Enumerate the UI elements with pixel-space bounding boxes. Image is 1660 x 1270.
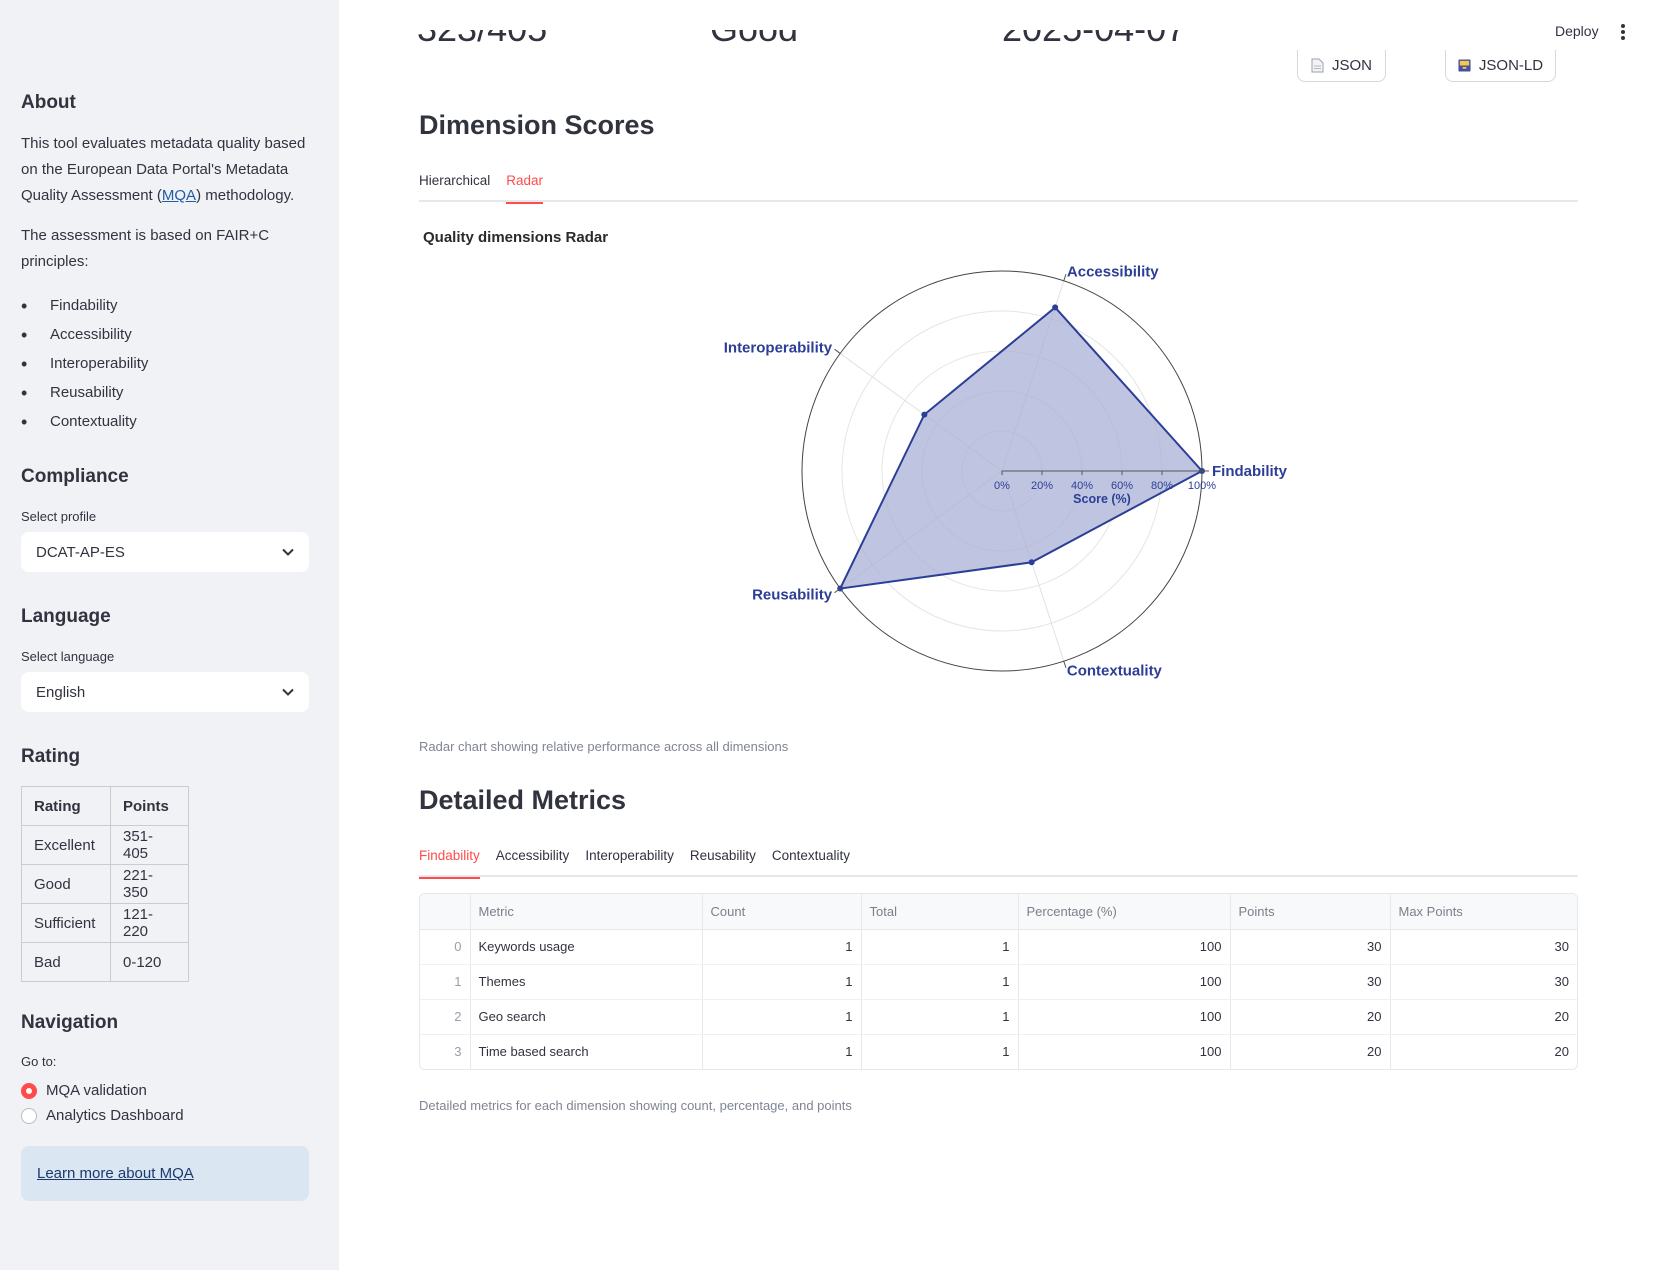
mqa-link[interactable]: MQA (162, 187, 196, 204)
profile-label: Select profile (21, 509, 97, 524)
compliance-heading: Compliance (21, 466, 129, 487)
radial-tick-label: 60% (1111, 480, 1133, 492)
points-col-header[interactable]: Points (1230, 894, 1391, 930)
download-jsonld-button[interactable]: JSON-LD (1445, 50, 1556, 82)
max-points-col-header[interactable]: Max Points (1390, 894, 1577, 930)
radar-caption: Radar chart showing relative performance… (419, 739, 789, 754)
table-row[interactable]: 1 Themes 1 1 100 30 30 (420, 964, 1577, 1000)
language-heading: Language (21, 606, 111, 627)
radial-tick-label: 20% (1031, 480, 1053, 492)
category-tick (1063, 661, 1067, 669)
learn-more-link[interactable]: Learn more about MQA (37, 1165, 194, 1182)
rating-col-header: Rating (21, 786, 111, 826)
nav-option-mqa-validation[interactable]: MQA validation (21, 1082, 147, 1099)
download-json-button[interactable]: JSON (1297, 50, 1386, 82)
profile-select-value: DCAT-AP-ES (36, 543, 125, 561)
points-col-header: Points (110, 786, 189, 826)
table-row: Good 221-350 (21, 864, 189, 904)
profile-select[interactable]: DCAT-AP-ES (21, 532, 309, 572)
total-col-header[interactable]: Total (861, 894, 1019, 930)
metrics-tabs: Findability Accessibility Interoperabili… (419, 843, 1578, 879)
language-select[interactable]: English (21, 672, 309, 712)
rating-table: Rating Points Excellent 351-405 Good 221-3… (21, 786, 189, 982)
tab-hierarchical[interactable]: Hierarchical (419, 168, 490, 202)
navigation-heading: Navigation (21, 1012, 119, 1033)
radial-axis-title: Score (%) (1073, 492, 1131, 506)
tab-reusability[interactable]: Reusability (690, 843, 756, 877)
card-file-box-icon (1458, 59, 1471, 72)
tab-accessibility[interactable]: Accessibility (496, 843, 570, 877)
table-row: Sufficient 121-220 (21, 903, 189, 943)
language-label: Select language (21, 649, 115, 664)
category-tick (1063, 273, 1067, 281)
radial-tick-label: 80% (1151, 480, 1173, 492)
category-label: Contextuality (1067, 663, 1163, 680)
list-item: • Accessibility (21, 324, 132, 345)
table-row[interactable]: 0 Keywords usage 1 1 100 30 30 (420, 929, 1577, 965)
dimension-tabs: Hierarchical Radar (419, 168, 1578, 204)
table-row: Excellent 351-405 (21, 825, 189, 865)
radio-icon[interactable] (21, 1107, 37, 1124)
table-row[interactable]: 2 Geo search 1 1 100 20 20 (420, 999, 1577, 1035)
score-metric: 323/405 (417, 30, 547, 64)
about-heading: About (21, 92, 76, 113)
radio-selected-icon[interactable] (21, 1082, 37, 1099)
category-label: Interoperability (724, 340, 833, 357)
data-point (921, 411, 928, 418)
chevron-down-icon (282, 688, 294, 696)
document-icon (1311, 58, 1324, 73)
tab-contextuality[interactable]: Contextuality (772, 843, 850, 877)
chart-title: Quality dimensions Radar (423, 229, 609, 246)
kebab-menu-icon[interactable] (1621, 24, 1627, 40)
radial-tick-label: 40% (1071, 480, 1093, 492)
fair-intro-text: The assessment is based on FAIR+C princi… (21, 227, 270, 270)
nav-label: Go to: (21, 1054, 57, 1069)
table-row: Bad 0-120 (21, 942, 189, 982)
list-item: • Contextuality (21, 411, 137, 432)
list-item: • Reusability (21, 382, 124, 403)
rating-metric: Good (710, 30, 798, 64)
rating-heading: Rating (21, 746, 81, 767)
count-col-header[interactable]: Count (702, 894, 862, 930)
tab-findability[interactable]: Findability (419, 843, 480, 879)
language-select-value: English (36, 683, 86, 701)
metrics-table[interactable]: Metric Count Total Percentage (%) Points… (419, 893, 1578, 1070)
percentage-col-header[interactable]: Percentage (%) (1018, 894, 1231, 930)
radial-tick-label: 0% (994, 480, 1010, 492)
metric-col-header[interactable]: Metric (470, 894, 703, 930)
category-label: Accessibility (1067, 263, 1159, 280)
table-header-row: Metric Count Total Percentage (%) Points… (420, 894, 1577, 930)
radar-chart: 0% 20% 40% 60% 80% 100% Score (%) Findability Ac… (724, 263, 1288, 680)
date-metric: 2025-04-07 (1002, 30, 1186, 64)
deploy-button[interactable]: Deploy (1555, 23, 1599, 39)
nav-option-analytics-dashboard[interactable]: Analytics Dashboard (21, 1107, 184, 1124)
category-tick (834, 348, 841, 354)
dimension-scores-heading: Dimension Scores (419, 110, 655, 140)
fair-principles-list: • Findability • Accessibility • Interoperab… (21, 291, 148, 436)
radial-tick-label: 100% (1188, 480, 1216, 492)
info-box: Learn more about MQA (21, 1146, 309, 1201)
data-area (838, 306, 1204, 590)
detailed-metrics-heading: Detailed Metrics (419, 785, 627, 815)
category-label: Findability (1212, 463, 1288, 480)
sidebar: About This tool evaluates metadata quali… (0, 0, 339, 1270)
table-header-row: Rating Points (21, 786, 189, 826)
table-row[interactable]: 3 Time based search 1 1 100 20 20 (420, 1034, 1577, 1069)
category-label: Reusability (752, 586, 833, 603)
list-item: • Interoperability (21, 353, 149, 374)
tab-radar[interactable]: Radar (506, 168, 543, 204)
metrics-caption: Detailed metrics for each dimension show… (419, 1098, 852, 1113)
list-item: • Findability (21, 295, 118, 316)
about-text: This tool evaluates metadata quality bas… (21, 135, 306, 204)
data-point (1052, 304, 1059, 311)
chevron-down-icon (282, 548, 294, 556)
tab-interoperability[interactable]: Interoperability (585, 843, 674, 877)
index-col-header[interactable] (420, 894, 471, 930)
data-point (1028, 559, 1035, 566)
